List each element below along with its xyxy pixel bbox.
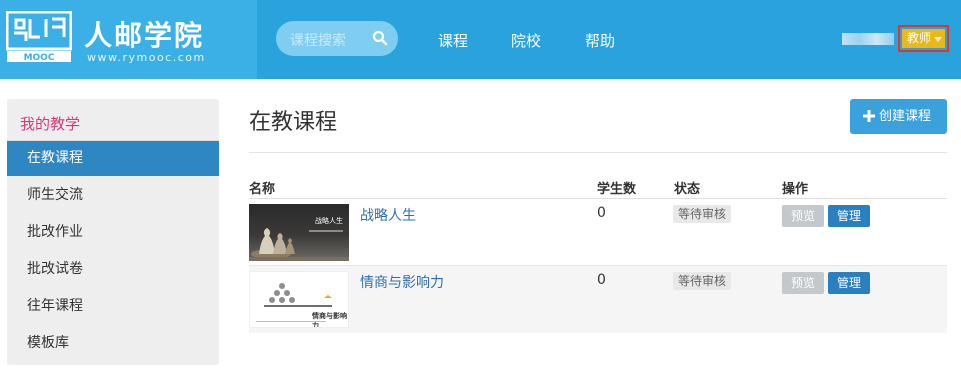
- logo-letters: MOOC: [24, 53, 55, 63]
- status-badge: 等待审核: [673, 272, 732, 290]
- sidebar: 我的教学 在教课程 师生交流 批改作业 批改试卷 往年课程 模板库: [7, 99, 219, 365]
- column-header-name: 名称: [249, 182, 276, 197]
- role-dropdown[interactable]: 教师: [902, 29, 945, 48]
- thumbnail-rule: [309, 230, 343, 232]
- course-thumbnail[interactable]: 战略人生: [249, 204, 349, 261]
- status-badge: 等待审核: [673, 205, 732, 223]
- top-nav-bar: MOOC 人邮学院 www.rymooc.com 课程搜索 课程 院校 帮助 教…: [0, 0, 961, 79]
- role-highlight-box: 教师: [898, 25, 949, 52]
- thumbnail-title: 战略人生: [315, 217, 343, 225]
- logo[interactable]: MOOC 人邮学院 www.rymooc.com: [0, 0, 257, 79]
- user-name[interactable]: [842, 33, 894, 45]
- column-header-ops: 操作: [782, 182, 809, 197]
- table-row: 战略人生 战略人生 0 等待审核 预览 管理: [249, 199, 947, 266]
- mooc-logo-icon: MOOC: [6, 11, 72, 63]
- manage-button[interactable]: 管理: [828, 272, 870, 294]
- thumbnail-title: 情商与影响力: [312, 312, 347, 328]
- sidebar-item-grade-exams[interactable]: 批改试卷: [7, 252, 219, 287]
- create-course-label: 创建课程: [879, 109, 932, 124]
- student-count: 0: [597, 272, 606, 288]
- plus-icon: [863, 110, 875, 122]
- search-placeholder: 课程搜索: [290, 33, 346, 49]
- sidebar-item-teaching-courses[interactable]: 在教课程: [7, 141, 219, 176]
- manage-button[interactable]: 管理: [828, 205, 870, 227]
- course-name-link[interactable]: 战略人生: [360, 205, 416, 225]
- role-label: 教师: [907, 31, 932, 45]
- nav-help[interactable]: 帮助: [585, 30, 615, 51]
- title-divider: [249, 152, 947, 153]
- course-thumbnail[interactable]: 情商与影响力: [249, 271, 349, 328]
- sidebar-item-communication[interactable]: 师生交流: [7, 178, 219, 213]
- sidebar-heading: 我的教学: [20, 115, 81, 133]
- table-row: 情商与影响力 情商与影响力 0 等待审核 预览 管理: [249, 266, 947, 333]
- chevron-down-icon: [934, 37, 942, 42]
- logo-title: 人邮学院: [84, 19, 205, 52]
- sidebar-item-grade-homework[interactable]: 批改作业: [7, 215, 219, 250]
- thumbnail-rule: [256, 321, 326, 322]
- chess-pieces-icon: [249, 228, 349, 261]
- logo-url: www.rymooc.com: [87, 51, 206, 64]
- nav-courses[interactable]: 课程: [438, 30, 468, 51]
- student-count: 0: [597, 205, 606, 221]
- column-header-students: 学生数: [597, 182, 637, 197]
- page-title: 在教课程: [249, 110, 338, 135]
- search-input[interactable]: 课程搜索: [276, 21, 398, 56]
- course-name-link[interactable]: 情商与影响力: [360, 272, 444, 292]
- sidebar-item-past-courses[interactable]: 往年课程: [7, 289, 219, 324]
- column-header-status: 状态: [674, 182, 701, 197]
- preview-button[interactable]: 预览: [782, 205, 824, 227]
- create-course-button[interactable]: 创建课程: [850, 99, 947, 134]
- preview-button[interactable]: 预览: [782, 272, 824, 294]
- nav-schools[interactable]: 院校: [511, 30, 541, 51]
- search-icon[interactable]: [372, 30, 388, 46]
- sidebar-item-template-library[interactable]: 模板库: [7, 326, 219, 361]
